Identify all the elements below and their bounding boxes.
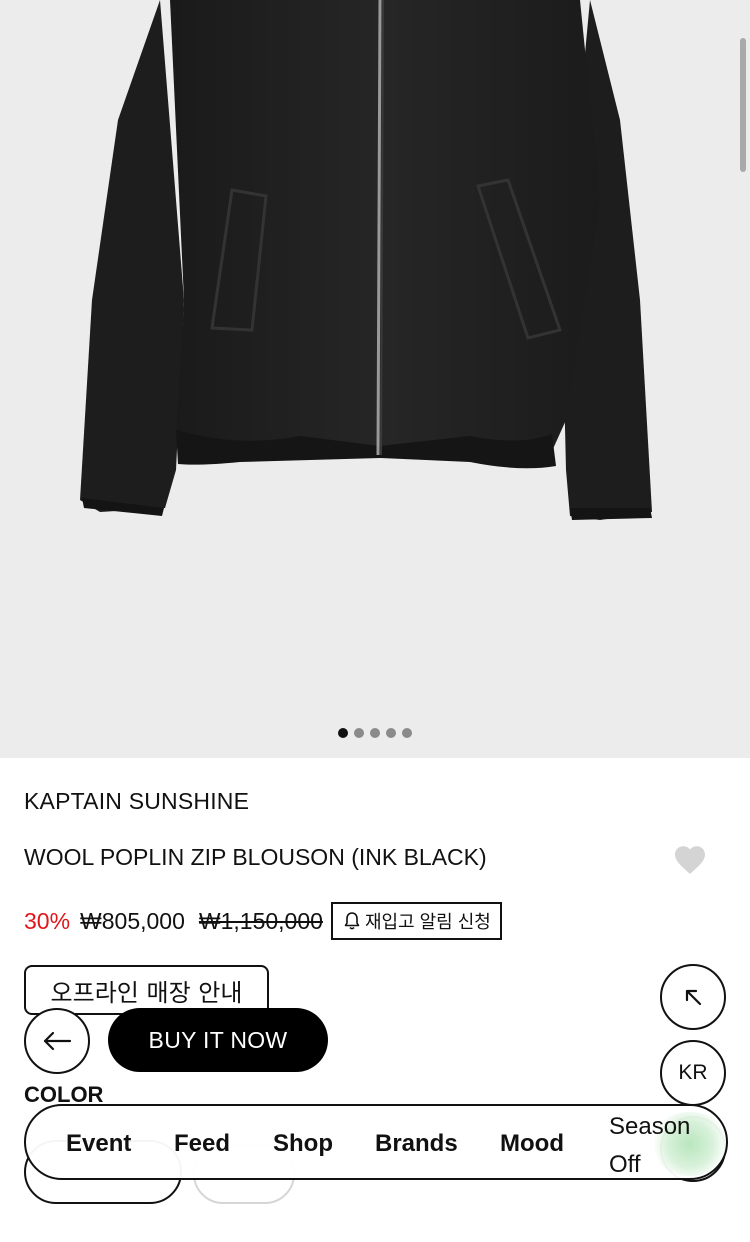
product-title: WOOL POPLIN ZIP BLOUSON (INK BLACK) (24, 844, 487, 870)
nav-item-mood[interactable]: Mood (500, 1106, 564, 1178)
carousel-dot[interactable] (386, 728, 396, 738)
heart-icon[interactable] (672, 842, 708, 876)
product-image[interactable] (0, 0, 750, 758)
carousel-dot[interactable] (402, 728, 412, 738)
nav-item-event[interactable]: Event (66, 1106, 131, 1178)
restock-alert-button[interactable]: 재입고 알림 신청 (330, 902, 502, 940)
bottom-nav: Event Feed Shop Brands Mood Season Off (24, 1104, 728, 1180)
price-row: 30% ₩805,000 ₩1,150,000 재입고 알림 신청 (24, 902, 502, 940)
sale-price: ₩805,000 (80, 907, 185, 934)
restock-alert-label: 재입고 알림 신청 (364, 912, 491, 932)
carousel-dot[interactable] (338, 728, 348, 738)
carousel-dot[interactable] (370, 728, 380, 738)
carousel-dot[interactable] (354, 728, 364, 738)
arrow-up-left-icon (685, 989, 702, 1006)
arrow-left-icon (43, 1031, 72, 1051)
nav-item-shop[interactable]: Shop (273, 1106, 333, 1178)
nav-item-feed[interactable]: Feed (174, 1106, 230, 1178)
buy-now-button[interactable]: BUY IT NOW (108, 1008, 328, 1072)
carousel-dots[interactable] (0, 728, 750, 738)
original-price: ₩1,150,000 (198, 907, 323, 934)
language-button[interactable]: KR (660, 1040, 726, 1106)
discount-rate: 30% (24, 907, 71, 934)
nav-item-season-off[interactable]: Season Off (609, 1108, 709, 1178)
jacket-illustration (80, 0, 652, 520)
scroll-top-button[interactable] (660, 964, 726, 1030)
nav-item-brands[interactable]: Brands (375, 1106, 458, 1178)
brand-name[interactable]: KAPTAIN SUNSHINE (24, 788, 249, 815)
back-button[interactable] (24, 1008, 90, 1074)
scrollbar[interactable] (740, 38, 746, 172)
bell-icon (344, 912, 360, 930)
